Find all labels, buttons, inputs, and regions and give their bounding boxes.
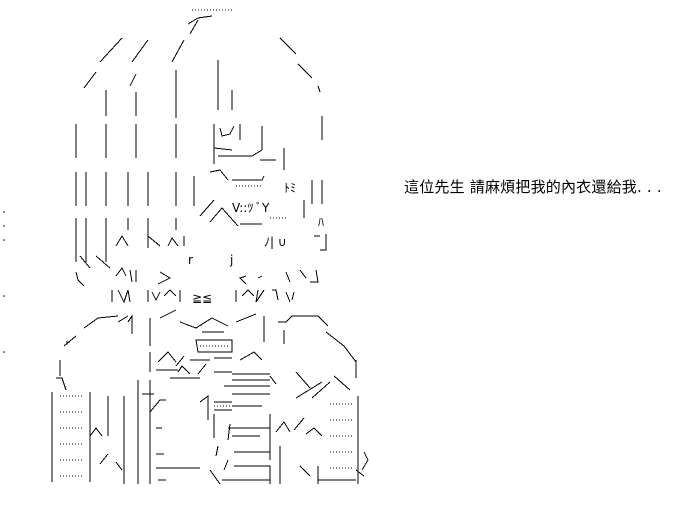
svg-text:V::ﾂ ﾞY: V::ﾂ ﾞY [232, 201, 270, 215]
svg-text:ﾉ| ∪: ﾉ| ∪ [264, 235, 287, 249]
svg-text:ﾄﾐ: ﾄﾐ [284, 181, 296, 195]
svg-text:≧≦: ≧≦ [192, 291, 212, 305]
ascii-art-figure: ﾄﾐ V::ﾂ ﾞY ﾊ ﾉ| ∪ r j ≧≦ [3, 9, 369, 485]
svg-text:ﾊ: ﾊ [318, 215, 324, 229]
caption-text: 這位先生 請麻煩把我的內衣還給我. . . [404, 178, 662, 196]
svg-text:r: r [188, 253, 193, 267]
svg-text:j: j [229, 253, 233, 267]
